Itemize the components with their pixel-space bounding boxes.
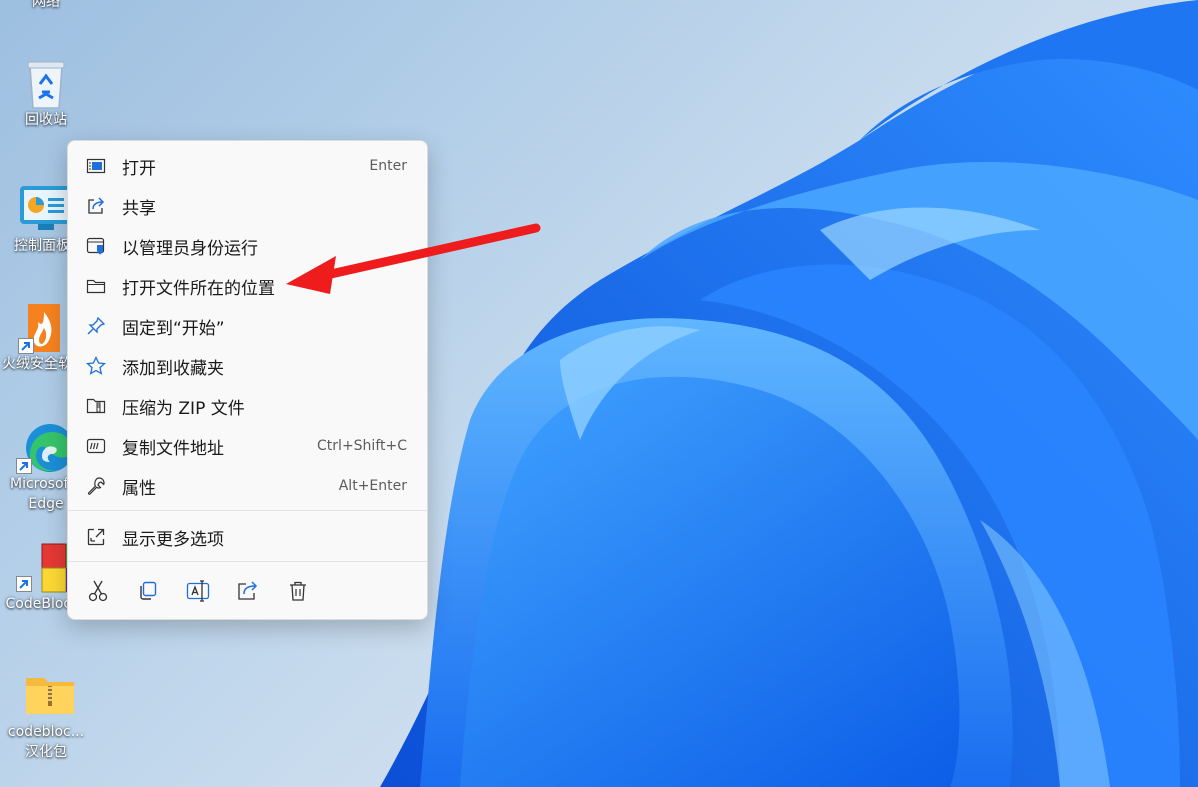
- desktop-icon-label: 回收站: [25, 112, 67, 128]
- shortcut-arrow-icon: [18, 338, 34, 354]
- star-icon: [85, 355, 107, 376]
- rename-icon: [186, 580, 210, 602]
- menu-item-open-file-location[interactable]: 打开文件所在的位置: [74, 268, 421, 304]
- menu-item-label: 打开: [122, 158, 156, 179]
- menu-item-label: 压缩为 ZIP 文件: [122, 398, 245, 419]
- menu-separator: [68, 510, 427, 511]
- control-panel-icon: [18, 184, 72, 232]
- menu-separator: [68, 561, 427, 562]
- menu-item-properties[interactable]: 属性 Alt+Enter: [74, 468, 421, 504]
- menu-item-label: 添加到收藏夹: [122, 358, 224, 379]
- menu-item-copy-path[interactable]: 复制文件地址 Ctrl+Shift+C: [74, 428, 421, 464]
- copy-path-icon: [86, 436, 106, 456]
- zip-folder-icon: [86, 396, 106, 416]
- menu-item-label: 属性: [122, 478, 156, 499]
- desktop-icon-label: codebloc...: [7, 724, 85, 740]
- copy-button[interactable]: [134, 577, 162, 605]
- cut-button[interactable]: [84, 577, 112, 605]
- menu-item-share[interactable]: 共享: [74, 188, 421, 224]
- desktop-icon-codeblocks-zh[interactable]: codebloc... 汉化包: [0, 670, 94, 762]
- desktop-icon-network[interactable]: 网络: [0, 0, 94, 12]
- delete-icon: [290, 581, 306, 601]
- codeblocks-icon: [16, 542, 76, 593]
- desktop-icon-label-line2: 汉化包: [25, 744, 67, 760]
- menu-item-shortcut: Ctrl+Shift+C: [317, 438, 407, 454]
- share-icon: [238, 581, 258, 600]
- shortcut-arrow-icon: [16, 576, 32, 592]
- huorong-icon: [16, 302, 64, 354]
- menu-item-compress-zip[interactable]: 压缩为 ZIP 文件: [74, 388, 421, 424]
- menu-item-label: 打开文件所在的位置: [122, 278, 275, 299]
- rename-button[interactable]: [184, 577, 212, 605]
- recycle-bin-icon: [22, 58, 70, 109]
- shortcut-arrow-icon: [16, 458, 32, 474]
- wrench-icon: [86, 476, 106, 496]
- cut-icon: [88, 580, 108, 602]
- menu-item-label: 共享: [122, 198, 156, 219]
- menu-item-run-as-admin[interactable]: 以管理员身份运行: [74, 228, 421, 264]
- share-button[interactable]: [234, 577, 262, 605]
- menu-item-add-to-favorites[interactable]: 添加到收藏夹: [74, 348, 421, 384]
- desktop-icon-recycle-bin[interactable]: 回收站: [0, 58, 94, 130]
- show-more-icon: [86, 527, 106, 547]
- share-icon: [86, 196, 106, 216]
- delete-button[interactable]: [284, 577, 312, 605]
- zip-folder-icon: [22, 670, 74, 718]
- admin-shield-icon: [86, 236, 106, 256]
- open-icon: [86, 156, 106, 176]
- menu-item-open[interactable]: 打开 Enter: [74, 148, 421, 184]
- menu-item-pin-to-start[interactable]: 固定到“开始”: [74, 308, 421, 344]
- desktop-icon-label: 网络: [32, 0, 60, 10]
- menu-item-show-more-options[interactable]: 显示更多选项: [74, 519, 421, 555]
- context-menu: 打开 Enter 共享 以管理员身份运行 打开文件所在的位置 固定到“开始” 添…: [67, 140, 428, 620]
- folder-icon: [86, 276, 106, 296]
- menu-item-shortcut: Alt+Enter: [338, 478, 407, 494]
- edge-icon: [16, 422, 74, 474]
- menu-item-label: 固定到“开始”: [122, 318, 225, 339]
- menu-item-label: 以管理员身份运行: [122, 238, 258, 259]
- menu-item-shortcut: Enter: [369, 158, 407, 174]
- menu-item-label: 复制文件地址: [122, 438, 224, 459]
- pin-icon: [86, 316, 106, 336]
- menu-item-label: 显示更多选项: [122, 529, 224, 550]
- copy-icon: [140, 581, 157, 600]
